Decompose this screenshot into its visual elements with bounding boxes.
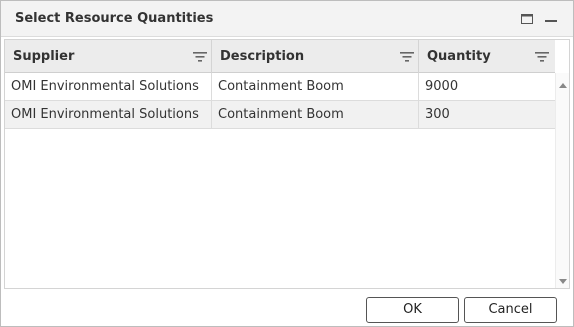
filter-icon[interactable] xyxy=(192,49,208,63)
ok-button[interactable]: OK xyxy=(366,297,459,323)
column-header-label: Description xyxy=(220,49,305,64)
cell-text: OMI Environmental Solutions xyxy=(11,79,199,94)
cell-text: OMI Environmental Solutions xyxy=(11,107,199,122)
cell-description: Containment Boom xyxy=(212,73,419,100)
table-row[interactable]: OMI Environmental Solutions Containment … xyxy=(5,101,555,129)
scroll-up-arrow-icon[interactable] xyxy=(556,77,569,89)
cell-text: Containment Boom xyxy=(218,79,344,94)
scroll-down-arrow-icon[interactable] xyxy=(556,272,569,284)
cell-supplier: OMI Environmental Solutions xyxy=(5,101,212,128)
cell-supplier: OMI Environmental Solutions xyxy=(5,73,212,100)
cell-text: Containment Boom xyxy=(218,107,344,122)
resource-grid: Supplier Description Quantity OMI Enviro… xyxy=(4,39,570,289)
column-header-label: Quantity xyxy=(427,49,491,64)
column-header-supplier[interactable]: Supplier xyxy=(5,40,212,73)
filter-icon[interactable] xyxy=(399,49,415,63)
minimize-icon[interactable] xyxy=(543,11,559,27)
dialog-title: Select Resource Quantities xyxy=(15,11,214,26)
cell-quantity[interactable]: 9000 xyxy=(419,73,555,100)
column-header-quantity[interactable]: Quantity xyxy=(419,40,555,73)
grid-header: Supplier Description Quantity xyxy=(5,40,555,73)
vertical-scrollbar[interactable] xyxy=(555,73,569,288)
grid-body: OMI Environmental Solutions Containment … xyxy=(5,73,555,288)
cell-description: Containment Boom xyxy=(212,101,419,128)
column-header-description[interactable]: Description xyxy=(212,40,419,73)
select-resource-quantities-dialog: Select Resource Quantities Supplier Desc… xyxy=(0,0,574,327)
column-header-label: Supplier xyxy=(13,49,75,64)
cancel-button[interactable]: Cancel xyxy=(464,297,557,323)
filter-icon[interactable] xyxy=(534,49,550,63)
cell-text: 300 xyxy=(425,107,450,122)
maximize-icon[interactable] xyxy=(519,11,535,27)
table-row[interactable]: OMI Environmental Solutions Containment … xyxy=(5,73,555,101)
cell-text: 9000 xyxy=(425,79,459,94)
cell-quantity[interactable]: 300 xyxy=(419,101,555,128)
dialog-titlebar: Select Resource Quantities xyxy=(1,1,573,37)
